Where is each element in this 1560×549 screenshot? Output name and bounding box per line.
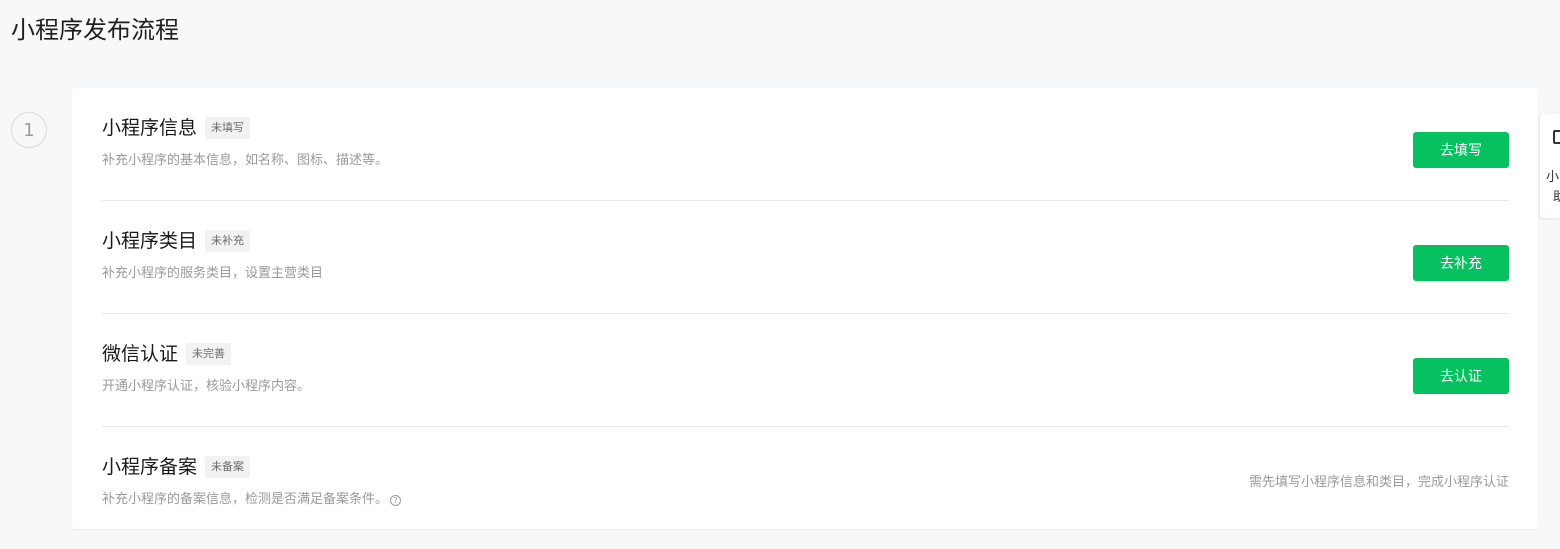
step-title-group: 小程序类目 未补充 xyxy=(102,229,251,253)
step-number-badge: 1 xyxy=(11,112,47,148)
status-badge: 未备案 xyxy=(205,456,251,478)
step-row-verification: 微信认证 未完善 开通小程序认证，核验小程序内容。 去认证 xyxy=(102,314,1509,427)
step-description: 补充小程序的服务类目，设置主营类目 xyxy=(102,266,324,281)
step-title-group: 微信认证 未完善 xyxy=(102,342,232,366)
step-description: 开通小程序认证，核验小程序内容。 xyxy=(102,379,311,394)
step-description: 补充小程序的基本信息，如名称、图标、描述等。 xyxy=(102,153,389,168)
step-title-group: 小程序备案 未备案 xyxy=(102,455,251,479)
status-badge: 未填写 xyxy=(205,117,251,139)
step-description-group: 补充小程序的备案信息，检测是否满足备案条件。 ? xyxy=(102,490,402,510)
help-icon[interactable]: ? xyxy=(390,494,402,506)
page: 小程序发布流程 1 小程序信息 未填写 补充小程序的基本信息，如名称、图标、描述… xyxy=(0,0,1560,549)
step-title-group: 小程序信息 未填写 xyxy=(102,116,251,140)
side-widget-label: 小 xyxy=(1546,170,1560,185)
page-title: 小程序发布流程 xyxy=(11,16,179,44)
step-description: 补充小程序的备案信息，检测是否满足备案条件。 xyxy=(102,492,389,507)
assistant-side-widget[interactable]: 小 助 xyxy=(1540,114,1560,218)
status-badge: 未补充 xyxy=(205,230,251,252)
step-row-filing: 小程序备案 未备案 补充小程序的备案信息，检测是否满足备案条件。 ? 需先填写小… xyxy=(102,427,1509,540)
verify-button[interactable]: 去认证 xyxy=(1413,358,1509,394)
step-row-info: 小程序信息 未填写 补充小程序的基本信息，如名称、图标、描述等。 去填写 xyxy=(102,88,1509,201)
step-title: 小程序信息 xyxy=(102,117,198,139)
fill-info-button[interactable]: 去填写 xyxy=(1413,132,1509,168)
step-title: 小程序备案 xyxy=(102,456,198,478)
filing-prerequisite-hint: 需先填写小程序信息和类目，完成小程序认证 xyxy=(1248,475,1509,490)
add-category-button[interactable]: 去补充 xyxy=(1413,245,1509,281)
step-title: 小程序类目 xyxy=(102,230,198,252)
step-row-category: 小程序类目 未补充 补充小程序的服务类目，设置主营类目 去补充 xyxy=(102,201,1509,314)
assistant-icon xyxy=(1553,130,1560,144)
side-widget-label: 助 xyxy=(1553,190,1560,205)
step-title: 微信认证 xyxy=(102,343,179,365)
publish-steps-card: 小程序信息 未填写 补充小程序的基本信息，如名称、图标、描述等。 去填写 小程序… xyxy=(72,88,1538,529)
status-badge: 未完善 xyxy=(186,343,232,365)
